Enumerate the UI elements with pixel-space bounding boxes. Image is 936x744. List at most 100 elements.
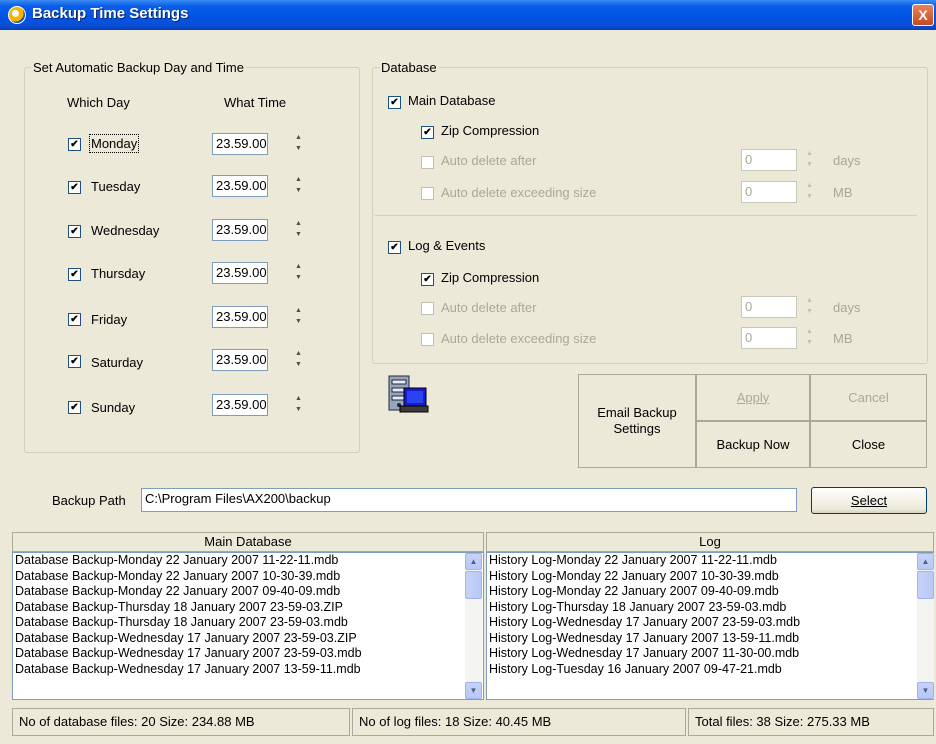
wednesday-time-input[interactable]: 23.59.00: [212, 219, 268, 241]
list-item[interactable]: History Log-Tuesday 16 January 2007 09-4…: [487, 662, 933, 678]
main-database-checkbox[interactable]: [388, 96, 401, 109]
which-day-header: Which Day: [67, 95, 130, 110]
status-total-files: Total files: 38 Size: 275.33 MB: [688, 708, 934, 736]
scroll-thumb[interactable]: [465, 571, 482, 599]
log-auto-delete-after-checkbox[interactable]: [421, 302, 434, 315]
title-bar[interactable]: Backup Time Settings X: [0, 0, 936, 30]
thursday-time-input[interactable]: 23.59.00: [212, 262, 268, 284]
log-auto-delete-days-spinner[interactable]: ▲ ▼: [800, 296, 819, 318]
main-auto-delete-after-checkbox[interactable]: [421, 156, 434, 169]
tuesday-time-input[interactable]: 23.59.00: [212, 175, 268, 197]
wednesday-time-spinner[interactable]: ▲ ▼: [289, 219, 308, 241]
log-auto-delete-after-label: Auto delete after: [441, 300, 537, 315]
main-list-scrollbar[interactable]: ▲ ▼: [465, 553, 482, 699]
sunday-time-input[interactable]: 23.59.00: [212, 394, 268, 416]
list-item[interactable]: History Log-Monday 22 January 2007 11-22…: [487, 553, 933, 569]
monday-checkbox[interactable]: [68, 138, 81, 151]
scroll-thumb[interactable]: [917, 571, 934, 599]
log-mb-unit: MB: [833, 331, 853, 346]
list-item[interactable]: Database Backup-Wednesday 17 January 200…: [13, 646, 483, 662]
scroll-down-icon[interactable]: ▼: [465, 682, 482, 699]
list-item[interactable]: Database Backup-Wednesday 17 January 200…: [13, 662, 483, 678]
apply-button[interactable]: Apply: [696, 374, 810, 421]
email-backup-settings-button[interactable]: Email Backup Settings: [578, 374, 696, 468]
sunday-checkbox[interactable]: [68, 401, 81, 414]
main-auto-delete-size-input[interactable]: 0: [741, 181, 797, 203]
tuesday-time-spinner[interactable]: ▲ ▼: [289, 175, 308, 197]
window-close-button[interactable]: X: [912, 4, 934, 26]
list-item[interactable]: History Log-Thursday 18 January 2007 23-…: [487, 600, 933, 616]
saturday-time-input[interactable]: 23.59.00: [212, 349, 268, 371]
saturday-time-spinner[interactable]: ▲ ▼: [289, 349, 308, 371]
main-auto-delete-size-checkbox[interactable]: [421, 187, 434, 200]
list-item[interactable]: Database Backup-Wednesday 17 January 200…: [13, 631, 483, 647]
log-zip-checkbox[interactable]: [421, 273, 434, 286]
tuesday-checkbox[interactable]: [68, 181, 81, 194]
log-days-unit: days: [833, 300, 861, 315]
main-auto-delete-after-label: Auto delete after: [441, 153, 537, 168]
tuesday-label[interactable]: Tuesday: [91, 179, 140, 194]
select-button-label: Select: [850, 492, 888, 508]
thursday-label[interactable]: Thursday: [91, 266, 145, 281]
log-list[interactable]: History Log-Monday 22 January 2007 11-22…: [486, 552, 934, 700]
what-time-header: What Time: [224, 95, 287, 110]
close-button[interactable]: Close: [810, 421, 927, 468]
wednesday-checkbox[interactable]: [68, 225, 81, 238]
monday-time-input[interactable]: 23.59.00: [212, 133, 268, 155]
log-auto-delete-size-input[interactable]: 0: [741, 327, 797, 349]
scroll-up-icon[interactable]: ▲: [917, 553, 934, 570]
backup-settings-window: Backup Time Settings X Set Automatic Bac…: [0, 0, 936, 744]
log-auto-delete-days-input[interactable]: 0: [741, 296, 797, 318]
friday-time-spinner[interactable]: ▲ ▼: [289, 306, 308, 328]
main-zip-label[interactable]: Zip Compression: [441, 123, 539, 138]
main-days-unit: days: [833, 153, 861, 168]
list-item[interactable]: Database Backup-Thursday 18 January 2007…: [13, 615, 483, 631]
friday-label[interactable]: Friday: [91, 312, 127, 327]
list-item[interactable]: Database Backup-Monday 22 January 2007 1…: [13, 569, 483, 585]
list-item[interactable]: History Log-Wednesday 17 January 2007 13…: [487, 631, 933, 647]
list-item[interactable]: History Log-Wednesday 17 January 2007 23…: [487, 615, 933, 631]
scroll-down-icon[interactable]: ▼: [917, 682, 934, 699]
log-zip-label[interactable]: Zip Compression: [441, 270, 539, 285]
scroll-up-icon[interactable]: ▲: [465, 553, 482, 570]
thursday-checkbox[interactable]: [68, 268, 81, 281]
main-database-label[interactable]: Main Database: [408, 93, 495, 108]
list-item[interactable]: Database Backup-Thursday 18 January 2007…: [13, 600, 483, 616]
main-database-list-header[interactable]: Main Database: [12, 532, 484, 552]
backup-now-button[interactable]: Backup Now: [696, 421, 810, 468]
monday-label[interactable]: Monday: [88, 134, 140, 153]
log-events-label[interactable]: Log & Events: [408, 238, 485, 253]
log-auto-delete-size-checkbox[interactable]: [421, 333, 434, 346]
monday-time-spinner[interactable]: ▲ ▼: [289, 133, 308, 155]
main-zip-checkbox[interactable]: [421, 126, 434, 139]
main-auto-delete-days-input[interactable]: 0: [741, 149, 797, 171]
list-item[interactable]: History Log-Wednesday 17 January 2007 11…: [487, 646, 933, 662]
friday-time-input[interactable]: 23.59.00: [212, 306, 268, 328]
saturday-label[interactable]: Saturday: [91, 355, 143, 370]
log-events-checkbox[interactable]: [388, 241, 401, 254]
backup-computer-icon: [388, 375, 429, 413]
thursday-time-spinner[interactable]: ▲ ▼: [289, 262, 308, 284]
sunday-time-spinner[interactable]: ▲ ▼: [289, 394, 308, 416]
database-separator: [375, 215, 917, 216]
cancel-button-label: Cancel: [848, 389, 889, 405]
select-path-button[interactable]: Select: [811, 487, 927, 514]
list-item[interactable]: Database Backup-Monday 22 January 2007 1…: [13, 553, 483, 569]
backup-path-input[interactable]: C:\Program Files\AX200\backup: [141, 488, 797, 512]
schedule-group: Set Automatic Backup Day and Time: [24, 60, 360, 453]
list-item[interactable]: History Log-Monday 22 January 2007 10-30…: [487, 569, 933, 585]
window-title: Backup Time Settings: [32, 5, 189, 22]
main-database-list[interactable]: Database Backup-Monday 22 January 2007 1…: [12, 552, 484, 700]
log-auto-delete-size-spinner[interactable]: ▲ ▼: [800, 327, 819, 349]
sunday-label[interactable]: Sunday: [91, 400, 135, 415]
saturday-checkbox[interactable]: [68, 355, 81, 368]
log-list-header[interactable]: Log: [486, 532, 934, 552]
main-auto-delete-size-spinner[interactable]: ▲ ▼: [800, 181, 819, 203]
list-item[interactable]: Database Backup-Monday 22 January 2007 0…: [13, 584, 483, 600]
main-auto-delete-days-spinner[interactable]: ▲ ▼: [800, 149, 819, 171]
list-item[interactable]: History Log-Monday 22 January 2007 09-40…: [487, 584, 933, 600]
log-list-scrollbar[interactable]: ▲ ▼: [917, 553, 934, 699]
cancel-button[interactable]: Cancel: [810, 374, 927, 421]
wednesday-label[interactable]: Wednesday: [91, 223, 159, 238]
friday-checkbox[interactable]: [68, 313, 81, 326]
